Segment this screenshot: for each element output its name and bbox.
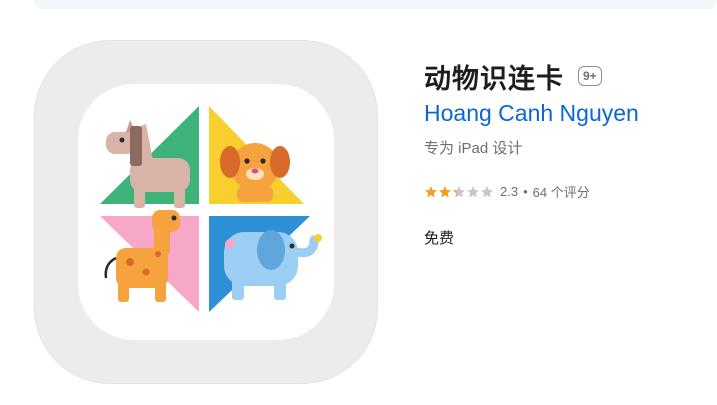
rating-row: 2.3 • 64 个评分 bbox=[424, 182, 590, 201]
star-icon bbox=[439, 185, 451, 197]
top-banner-strip bbox=[34, 0, 717, 9]
price-label: 免费 bbox=[424, 230, 455, 247]
star-icon bbox=[425, 185, 437, 197]
star-icon bbox=[467, 185, 479, 197]
rating-count: 64 个评分 bbox=[532, 185, 590, 200]
rating-value: 2.3 bbox=[500, 184, 519, 199]
designed-for-label: 专为 iPad 设计 bbox=[424, 140, 523, 157]
star-rating bbox=[424, 185, 494, 199]
rating-separator: • bbox=[523, 184, 528, 199]
title-row: 动物识连卡 9+ bbox=[424, 58, 602, 94]
star-icon bbox=[453, 185, 465, 197]
star-icon bbox=[481, 185, 493, 197]
app-title: 动物识连卡 bbox=[424, 63, 564, 94]
app-icon-artwork bbox=[78, 84, 334, 340]
age-rating-badge: 9+ bbox=[578, 66, 602, 86]
developer-link[interactable]: Hoang Canh Nguyen bbox=[424, 100, 639, 127]
app-icon bbox=[34, 40, 378, 384]
